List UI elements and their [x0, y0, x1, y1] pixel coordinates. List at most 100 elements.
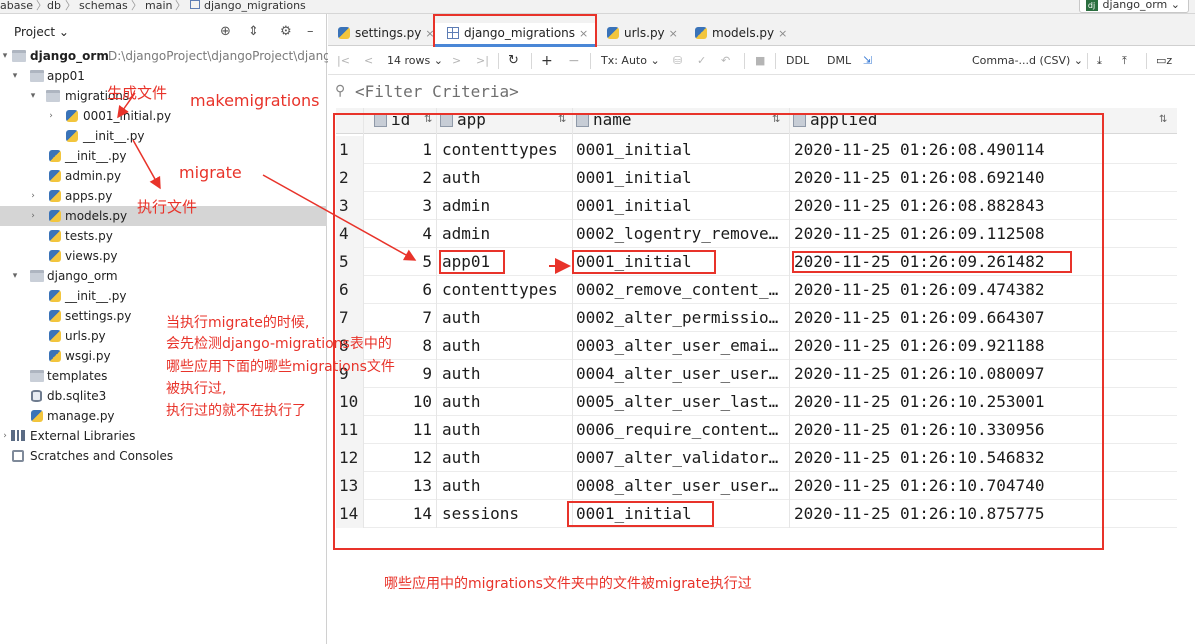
project-panel-title[interactable]: Project ⌄ [14, 25, 69, 39]
last-page-icon[interactable]: >| [476, 53, 489, 69]
project-panel-header: Project ⌄ ⊕ ⇕ ⚙ – [0, 22, 327, 48]
folder-icon [30, 270, 44, 282]
tree-item-label: templates [47, 369, 108, 383]
tree-item-label: wsgi.py [65, 349, 111, 363]
tree-item-django-orm-package[interactable]: ▾ django_orm [0, 266, 327, 286]
tree-item-external-libraries[interactable]: › External Libraries [0, 426, 327, 446]
annotation-makemigrations: makemigrations [190, 91, 320, 110]
refresh-icon[interactable]: ↻ [508, 53, 519, 69]
commit-icon[interactable]: ✓ [697, 53, 706, 69]
close-icon[interactable]: × [669, 27, 678, 40]
breadcrumb-main[interactable]: main [145, 0, 172, 13]
sort-icon: ⇅ [1159, 114, 1168, 125]
tree-item-app01-init[interactable]: __init__.py [0, 146, 327, 166]
tree-item-label: settings.py [65, 309, 132, 323]
previous-page-icon[interactable]: < [364, 53, 373, 69]
tree-item-label: urls.py [65, 329, 106, 343]
collapse-all-icon[interactable]: ⇕ [248, 24, 259, 39]
breadcrumb-database[interactable]: abase [0, 0, 33, 13]
transaction-mode-select[interactable]: Tx: Auto ⌄ [601, 53, 660, 69]
annotation-note-line: 执行过的就不在执行了 [166, 403, 306, 419]
breadcrumb-schemas[interactable]: schemas [79, 0, 128, 13]
tree-item-label: models.py [65, 209, 128, 223]
tree-item-admin[interactable]: admin.py [0, 166, 327, 186]
add-row-icon[interactable]: + [541, 53, 553, 69]
annotation-bottom-note: 哪些应用中的migrations文件夹中的文件被migrate执行过 [384, 576, 752, 592]
data-editor-toolbar: |< < 14 rows ⌄ > >| ↻ + − Tx: Auto ⌄ ⛁ ✓… [328, 47, 1195, 75]
breadcrumb-separator: 〉 [36, 0, 47, 12]
breadcrumb-table[interactable]: django_migrations [190, 0, 306, 13]
tree-item-label: External Libraries [30, 429, 136, 443]
rollback-icon[interactable]: ↶ [721, 53, 730, 69]
filter-bar[interactable]: ⚲ <Filter Criteria> [328, 79, 1195, 107]
filter-input[interactable]: <Filter Criteria> [355, 82, 519, 101]
delete-row-icon[interactable]: − [568, 53, 580, 69]
chevron-right-icon: › [31, 191, 35, 201]
export-format-select[interactable]: Comma-...d (CSV) ⌄ [972, 53, 1083, 69]
annotation-note-line: 被执行过, [166, 381, 227, 397]
tree-item-label: admin.py [65, 169, 122, 183]
breadcrumb-db[interactable]: db [47, 0, 61, 13]
python-file-icon [49, 150, 61, 162]
tree-item-label: tests.py [65, 229, 113, 243]
chevron-right-icon: › [49, 111, 53, 121]
close-icon[interactable]: × [778, 27, 787, 40]
python-file-icon [338, 27, 350, 39]
tree-item-scratches[interactable]: Scratches and Consoles [0, 446, 327, 466]
pin-icon[interactable]: ⇲ [863, 53, 872, 69]
toolbar-separator [744, 53, 745, 69]
chevron-down-icon: ⌄ [1073, 54, 1084, 67]
stop-icon[interactable]: ■ [755, 53, 765, 69]
tab-models-py[interactable]: models.py × [695, 23, 787, 45]
toolbar-separator [1087, 53, 1088, 69]
python-file-icon [66, 130, 78, 142]
tree-item-tests[interactable]: tests.py [0, 226, 327, 246]
folder-icon [46, 90, 60, 102]
tab-settings-py[interactable]: settings.py × [338, 23, 435, 45]
table-icon [190, 0, 200, 9]
gear-icon[interactable]: ⚙ [280, 24, 292, 39]
next-page-icon[interactable]: > [452, 53, 461, 69]
tab-label: settings.py [355, 26, 422, 40]
chevron-down-icon: ▾ [12, 271, 18, 281]
toolbar-separator [498, 53, 499, 69]
tree-item-views[interactable]: views.py [0, 246, 327, 266]
annotation-box-sessions-name [567, 501, 714, 527]
ddl-button[interactable]: DDL [786, 53, 809, 69]
tree-item-label: django_orm [30, 49, 109, 63]
first-page-icon[interactable]: |< [337, 53, 350, 69]
tree-item-django-orm-root[interactable]: ▾ django_orm D:\djangoProject\djangoProj… [0, 46, 338, 66]
run-configuration-label: django_orm [1102, 0, 1168, 11]
scratches-icon [12, 450, 24, 462]
annotation-note-line: 当执行migrate的时候, [166, 315, 310, 331]
chevron-down-icon: ▾ [12, 71, 18, 81]
db-icon[interactable]: ⛁ [673, 53, 682, 69]
breadcrumb-separator: 〉 [175, 0, 186, 12]
tree-item-label: app01 [47, 69, 85, 83]
breadcrumb-table-label: django_migrations [204, 0, 306, 12]
minimize-icon[interactable]: – [307, 24, 314, 39]
toolbar-separator [1146, 53, 1147, 69]
annotation-box-app01-applied [792, 251, 1072, 273]
run-configuration-select[interactable]: dj django_orm ⌄ [1078, 0, 1189, 13]
upload-icon[interactable]: ⤒ [1122, 53, 1127, 69]
tab-urls-py[interactable]: urls.py × [607, 23, 678, 45]
download-icon[interactable]: ⤓ [1097, 53, 1102, 69]
database-icon [31, 390, 42, 402]
dml-button[interactable]: DML [827, 53, 851, 69]
tree-item-label: Scratches and Consoles [30, 449, 174, 463]
folder-icon [30, 70, 44, 82]
rows-count-select[interactable]: 14 rows ⌄ [387, 53, 443, 69]
python-file-icon [607, 27, 619, 39]
tree-item-pkg-init[interactable]: __init__.py [0, 286, 327, 306]
chevron-down-icon: ⌄ [58, 25, 69, 39]
tree-item-migrations-init[interactable]: __init__.py [0, 126, 327, 146]
python-file-icon [695, 27, 707, 39]
python-file-icon [49, 250, 61, 262]
locate-icon[interactable]: ⊕ [220, 24, 231, 39]
view-mode-icon[interactable]: ▭z [1156, 53, 1172, 69]
annotation-note-line: 哪些应用下面的哪些migrations文件 [166, 359, 395, 375]
tree-item-label: __init__.py [65, 149, 127, 163]
search-icon: ⚲ [335, 83, 346, 99]
tree-item-path: D:\djangoProject\djangoProject\django [108, 49, 339, 63]
